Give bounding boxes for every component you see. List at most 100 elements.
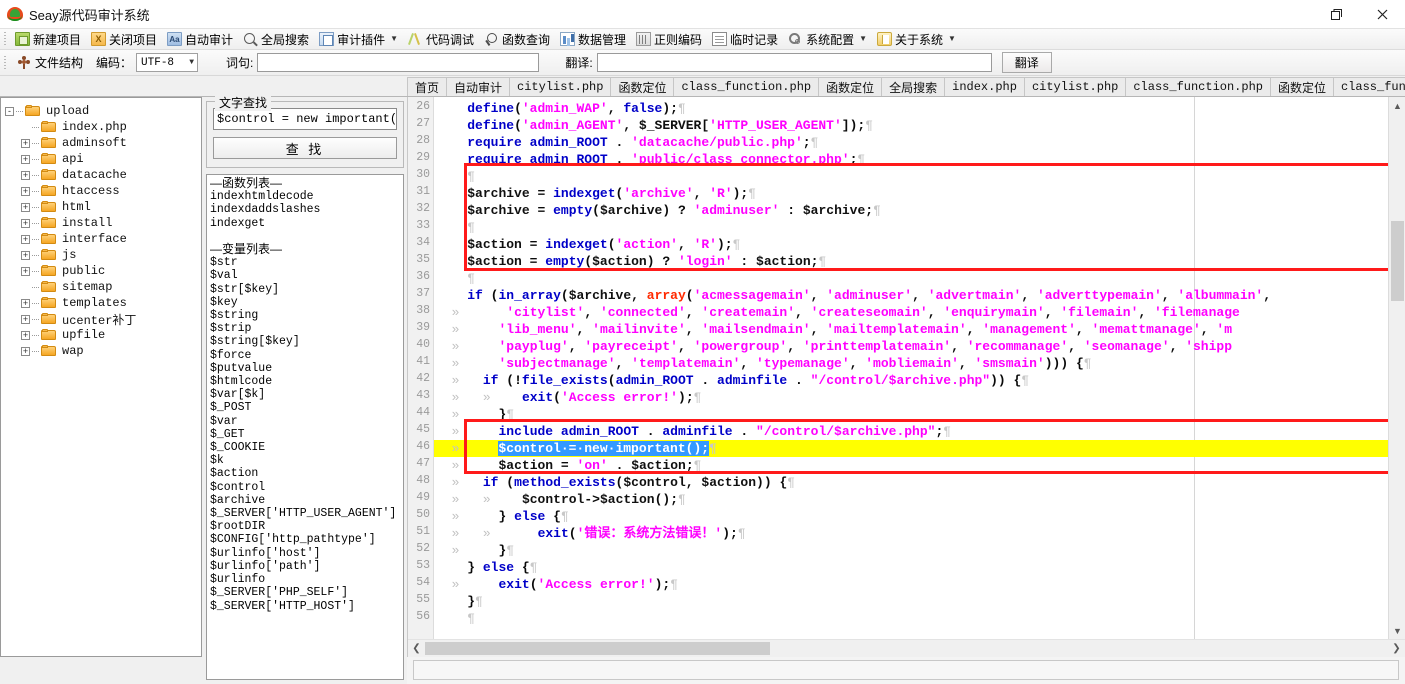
- code-line-33[interactable]: ¶: [436, 219, 475, 236]
- toolbar-grip[interactable]: [2, 30, 9, 48]
- restore-icon[interactable]: [1313, 0, 1359, 28]
- scroll-up-icon[interactable]: ▲: [1389, 97, 1405, 114]
- variable-list-item[interactable]: $rootDIR: [210, 520, 400, 533]
- variable-list-item[interactable]: $str: [210, 256, 400, 269]
- editor-horizontal-scrollbar[interactable]: ❮ ❯: [408, 639, 1405, 657]
- code-line-44[interactable]: » }¶: [436, 406, 515, 423]
- code-line-29[interactable]: require admin_ROOT . 'public/class_conne…: [436, 151, 865, 168]
- tree-item-install[interactable]: + install: [5, 215, 201, 231]
- expand-icon[interactable]: +: [21, 218, 30, 228]
- scroll-down-icon[interactable]: ▼: [1389, 622, 1405, 639]
- expand-icon[interactable]: +: [21, 330, 30, 340]
- menu-item-code-debug[interactable]: 代码调试: [403, 29, 479, 49]
- code-line-30[interactable]: ¶: [436, 168, 475, 185]
- code-line-32[interactable]: $archive = empty($archive) ? 'adminuser'…: [436, 202, 881, 219]
- code-line-39[interactable]: » 'lib_menu', 'mailinvite', 'mailsendmai…: [436, 321, 1232, 338]
- code-line-55[interactable]: }¶: [436, 593, 483, 610]
- variable-list-item[interactable]: $urlinfo: [210, 573, 400, 586]
- code-line-26[interactable]: define('admin_WAP', false);¶: [436, 100, 686, 117]
- editor-tab-8[interactable]: citylist.php: [1023, 77, 1127, 96]
- variable-list-item[interactable]: $string: [210, 309, 400, 322]
- code-line-49[interactable]: » » $control->$action();¶: [436, 491, 686, 508]
- file-tree[interactable]: - upload index.php + adminsoft + api + datacache…: [0, 97, 202, 657]
- scroll-left-icon[interactable]: ❮: [408, 640, 425, 657]
- function-list-item[interactable]: indexget: [210, 217, 400, 230]
- editor-vertical-scrollbar[interactable]: ▲ ▼: [1388, 97, 1405, 639]
- code-line-43[interactable]: » » exit('Access error!');¶: [436, 389, 702, 406]
- horizontal-scroll-thumb[interactable]: [425, 642, 770, 655]
- editor-tab-9[interactable]: class_function.php: [1125, 77, 1271, 96]
- code-line-53[interactable]: } else {¶: [436, 559, 537, 576]
- menu-item-regex-encode[interactable]: 正则编码: [631, 29, 707, 49]
- variable-list-item[interactable]: $k: [210, 454, 400, 467]
- function-list-item[interactable]: indexdaddslashes: [210, 203, 400, 216]
- expand-icon[interactable]: +: [21, 234, 30, 244]
- phrase-input[interactable]: [257, 53, 540, 72]
- variable-list-header[interactable]: —变量列表—: [210, 242, 400, 256]
- tree-item-interface[interactable]: + interface: [5, 231, 201, 247]
- editor-tab-6[interactable]: 全局搜索: [881, 77, 946, 96]
- variable-list-item[interactable]: $val: [210, 269, 400, 282]
- horizontal-scroll-track[interactable]: [425, 641, 1388, 656]
- close-icon[interactable]: [1359, 0, 1405, 28]
- tree-item-html[interactable]: + html: [5, 199, 201, 215]
- code-line-41[interactable]: » 'subjectmanage', 'templatemain', 'type…: [436, 355, 1092, 372]
- code-line-38[interactable]: » 'citylist', 'connected', 'createmain',…: [436, 304, 1240, 321]
- code-line-50[interactable]: » } else {¶: [436, 508, 569, 525]
- menu-item-about-system[interactable]: 关于系统 ▼: [872, 29, 961, 49]
- code-line-45[interactable]: » include admin_ROOT . adminfile . "/con…: [436, 423, 951, 440]
- editor-tab-10[interactable]: 函数定位: [1269, 77, 1334, 96]
- find-button[interactable]: 查 找: [213, 137, 397, 159]
- code-line-36[interactable]: ¶: [436, 270, 475, 287]
- expand-icon[interactable]: +: [21, 298, 30, 308]
- tree-item-ucenter补丁[interactable]: + ucenter补丁: [5, 311, 201, 328]
- menu-item-system-config[interactable]: 系统配置 ▼: [783, 29, 872, 49]
- variable-list-item[interactable]: $_SERVER['HTTP_HOST']: [210, 600, 400, 613]
- tree-item-htaccess[interactable]: + htaccess: [5, 183, 201, 199]
- scroll-right-icon[interactable]: ❯: [1388, 640, 1405, 657]
- expand-icon[interactable]: +: [21, 170, 30, 180]
- tree-item-api[interactable]: + api: [5, 151, 201, 167]
- editor-tab-2[interactable]: citylist.php: [509, 77, 612, 96]
- editor-tab-4[interactable]: class_function.php: [673, 77, 820, 96]
- variable-list-item[interactable]: $string[$key]: [210, 335, 400, 348]
- menu-item-new-project[interactable]: 新建项目: [10, 29, 86, 49]
- find-input[interactable]: $control = new important();: [213, 108, 397, 130]
- code-text-area[interactable]: define('admin_WAP', false);¶ define('adm…: [434, 97, 1388, 639]
- tree-item-js[interactable]: + js: [5, 247, 201, 263]
- editor-tab-11[interactable]: class_function.php: [1333, 77, 1405, 96]
- variable-list-item[interactable]: $action: [210, 467, 400, 480]
- variable-list-item[interactable]: $control: [210, 481, 400, 494]
- code-line-51[interactable]: » » exit('错误：系统方法错误！');¶: [436, 525, 746, 542]
- code-line-54[interactable]: » exit('Access error!');¶: [436, 576, 678, 593]
- code-line-48[interactable]: » if (method_exists($control, $action)) …: [436, 474, 795, 491]
- variable-list-item[interactable]: $var[$k]: [210, 388, 400, 401]
- file-structure-button[interactable]: 文件结构: [12, 53, 88, 73]
- code-line-37[interactable]: if (in_array($archive, array('acmessagem…: [436, 287, 1271, 304]
- variable-list-item[interactable]: $force: [210, 349, 400, 362]
- translate-button[interactable]: 翻译: [1001, 52, 1052, 73]
- expand-icon[interactable]: +: [21, 266, 30, 276]
- variable-list-item[interactable]: $urlinfo['path']: [210, 560, 400, 573]
- variable-list-item[interactable]: $archive: [210, 494, 400, 507]
- editor-tab-1[interactable]: 自动审计: [446, 77, 511, 96]
- expand-icon[interactable]: +: [21, 186, 30, 196]
- expand-icon[interactable]: +: [21, 138, 30, 148]
- variable-list-item[interactable]: $_GET: [210, 428, 400, 441]
- expand-icon[interactable]: +: [21, 154, 30, 164]
- variable-list-item[interactable]: $key: [210, 296, 400, 309]
- variable-list-item[interactable]: $strip: [210, 322, 400, 335]
- menu-item-audit-plugin[interactable]: 审计插件 ▼: [314, 29, 403, 49]
- toolbar-grip-2[interactable]: [2, 54, 9, 72]
- menu-item-temp-record[interactable]: 临时记录: [707, 29, 783, 49]
- encoding-select[interactable]: UTF-8 ▼: [136, 53, 199, 72]
- menu-item-global-search[interactable]: 全局搜索: [238, 29, 314, 49]
- editor-tab-0[interactable]: 首页: [407, 77, 448, 96]
- code-line-27[interactable]: define('admin_AGENT', $_SERVER['HTTP_USE…: [436, 117, 873, 134]
- variable-list-item[interactable]: $_SERVER['HTTP_USER_AGENT']: [210, 507, 400, 520]
- code-line-34[interactable]: $action = indexget('action', 'R');¶: [436, 236, 740, 253]
- collapse-icon[interactable]: -: [5, 106, 14, 116]
- tree-item-templates[interactable]: + templates: [5, 295, 201, 311]
- tree-item-sitemap[interactable]: sitemap: [5, 279, 201, 295]
- symbol-listbox[interactable]: —函数列表— indexhtmldecode indexdaddslashes ind…: [206, 174, 404, 680]
